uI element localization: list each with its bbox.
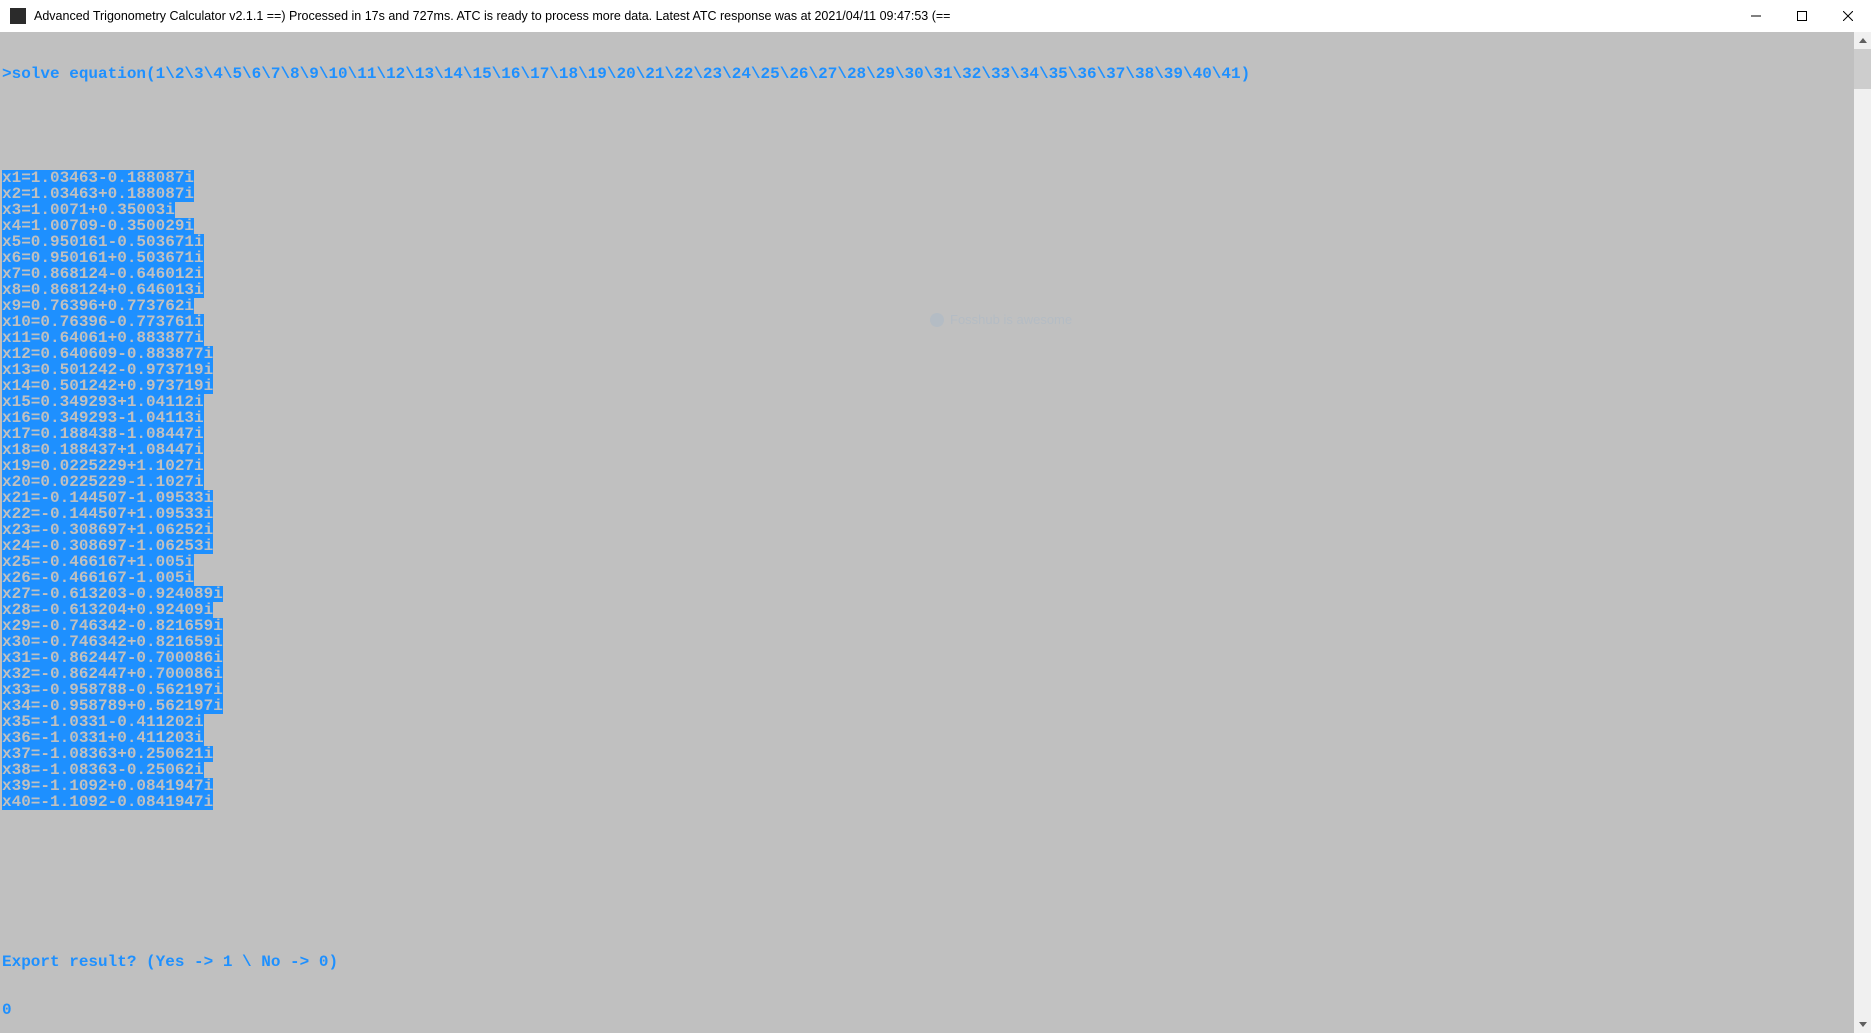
client-area: >solve equation(1\2\3\4\5\6\7\8\9\10\11\… <box>0 32 1871 1033</box>
result-line: x27=-0.613203-0.924089i <box>2 586 223 602</box>
console-output[interactable]: >solve equation(1\2\3\4\5\6\7\8\9\10\11\… <box>0 32 1854 1033</box>
result-line: x26=-0.466167-1.005i <box>2 570 194 586</box>
blank-line <box>2 898 1854 922</box>
result-line: x40=-1.1092-0.0841947i <box>2 794 213 810</box>
scrollbar-track[interactable] <box>1854 49 1871 1016</box>
result-line: x12=0.640609-0.883877i <box>2 346 213 362</box>
result-line: x17=0.188438-1.08447i <box>2 426 204 442</box>
maximize-button[interactable] <box>1779 0 1825 32</box>
scrollbar-thumb[interactable] <box>1854 49 1871 89</box>
scroll-down-button[interactable] <box>1854 1016 1871 1033</box>
result-line: x18=0.188437+1.08447i <box>2 442 204 458</box>
result-line: x9=0.76396+0.773762i <box>2 298 194 314</box>
result-line: x21=-0.144507-1.09533i <box>2 490 213 506</box>
vertical-scrollbar[interactable] <box>1854 32 1871 1033</box>
result-line: x30=-0.746342+0.821659i <box>2 634 223 650</box>
result-line: x8=0.868124+0.646013i <box>2 282 204 298</box>
blank-line <box>2 842 1854 866</box>
close-icon <box>1843 11 1853 21</box>
close-button[interactable] <box>1825 0 1871 32</box>
result-line: x6=0.950161+0.503671i <box>2 250 204 266</box>
result-line: x28=-0.613204+0.92409i <box>2 602 213 618</box>
result-line: x13=0.501242-0.973719i <box>2 362 213 378</box>
result-line: x3=1.0071+0.35003i <box>2 202 175 218</box>
result-line: x19=0.0225229+1.1027i <box>2 458 204 474</box>
result-line: x33=-0.958788-0.562197i <box>2 682 223 698</box>
export-answer: 0 <box>2 1002 1854 1018</box>
result-line: x34=-0.958789+0.562197i <box>2 698 223 714</box>
result-line: x22=-0.144507+1.09533i <box>2 506 213 522</box>
minimize-icon <box>1751 11 1761 21</box>
result-line: x14=0.501242+0.973719i <box>2 378 213 394</box>
result-line: x11=0.64061+0.883877i <box>2 330 204 346</box>
result-line: x15=0.349293+1.04112i <box>2 394 204 410</box>
result-line: x23=-0.308697+1.06252i <box>2 522 213 538</box>
result-line: x35=-1.0331-0.411202i <box>2 714 204 730</box>
blank-line <box>2 114 1854 138</box>
result-line: x25=-0.466167+1.005i <box>2 554 194 570</box>
result-line: x38=-1.08363-0.25062i <box>2 762 204 778</box>
minimize-button[interactable] <box>1733 0 1779 32</box>
result-line: x4=1.00709-0.350029i <box>2 218 194 234</box>
chevron-down-icon <box>1859 1022 1867 1027</box>
result-line: x16=0.349293-1.04113i <box>2 410 204 426</box>
results-block: x1=1.03463-0.188087ix2=1.03463+0.188087i… <box>2 170 1854 810</box>
result-line: x20=0.0225229-1.1027i <box>2 474 204 490</box>
result-line: x24=-0.308697-1.06253i <box>2 538 213 554</box>
result-line: x7=0.868124-0.646012i <box>2 266 204 282</box>
command-line: >solve equation(1\2\3\4\5\6\7\8\9\10\11\… <box>2 66 1854 82</box>
result-line: x10=0.76396-0.773761i <box>2 314 204 330</box>
result-line: x37=-1.08363+0.250621i <box>2 746 213 762</box>
app-icon <box>10 8 26 24</box>
result-line: x39=-1.1092+0.0841947i <box>2 778 213 794</box>
result-line: x32=-0.862447+0.700086i <box>2 666 223 682</box>
window-title: Advanced Trigonometry Calculator v2.1.1 … <box>34 9 950 23</box>
result-line: x2=1.03463+0.188087i <box>2 186 194 202</box>
result-line: x1=1.03463-0.188087i <box>2 170 194 186</box>
scroll-up-button[interactable] <box>1854 32 1871 49</box>
result-line: x5=0.950161-0.503671i <box>2 234 204 250</box>
result-line: x29=-0.746342-0.821659i <box>2 618 223 634</box>
maximize-icon <box>1797 11 1807 21</box>
result-line: x31=-0.862447-0.700086i <box>2 650 223 666</box>
result-line: x36=-1.0331+0.411203i <box>2 730 204 746</box>
titlebar: Advanced Trigonometry Calculator v2.1.1 … <box>0 0 1871 32</box>
export-prompt: Export result? (Yes -> 1 \ No -> 0) <box>2 954 1854 970</box>
chevron-up-icon <box>1859 38 1867 43</box>
